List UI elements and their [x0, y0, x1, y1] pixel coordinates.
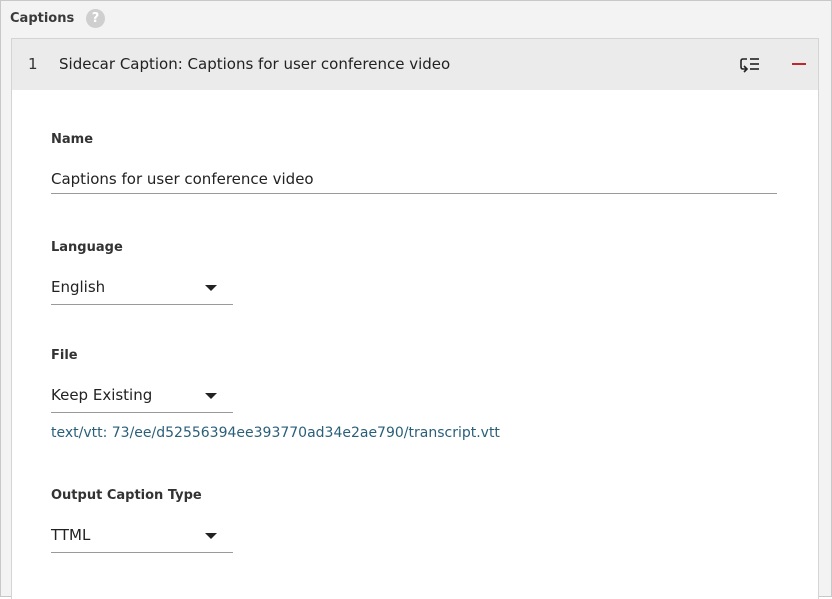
file-select[interactable]: Keep Existing: [51, 384, 233, 413]
output-caption-type-value: TTML: [51, 526, 91, 544]
chevron-down-icon: [205, 393, 217, 399]
chevron-down-icon: [205, 533, 217, 539]
language-label: Language: [51, 240, 123, 255]
section-title: Captions: [10, 11, 75, 26]
language-select-value: English: [51, 278, 106, 296]
name-input[interactable]: [51, 165, 777, 194]
remove-icon[interactable]: [789, 54, 809, 74]
output-caption-type-select[interactable]: TTML: [51, 524, 233, 553]
item-title: Sidecar Caption: Captions for user confe…: [59, 55, 451, 73]
file-link[interactable]: text/vtt: 73/ee/d52556394ee393770ad34e2a…: [51, 425, 500, 441]
item-index: 1: [28, 55, 38, 73]
output-caption-type-label: Output Caption Type: [51, 488, 202, 503]
caption-item-panel: 1 Sidecar Caption: Captions for user con…: [11, 38, 819, 599]
captions-section: Captions ? 1 Sidecar Caption: Captions f…: [0, 0, 832, 599]
language-select[interactable]: English: [51, 276, 233, 305]
file-label: File: [51, 348, 78, 363]
name-label: Name: [51, 132, 94, 147]
file-select-value: Keep Existing: [51, 386, 153, 404]
chevron-down-icon: [205, 285, 217, 291]
reorder-icon[interactable]: [739, 56, 761, 74]
caption-item-header[interactable]: 1 Sidecar Caption: Captions for user con…: [12, 39, 818, 90]
help-icon[interactable]: ?: [86, 9, 105, 28]
